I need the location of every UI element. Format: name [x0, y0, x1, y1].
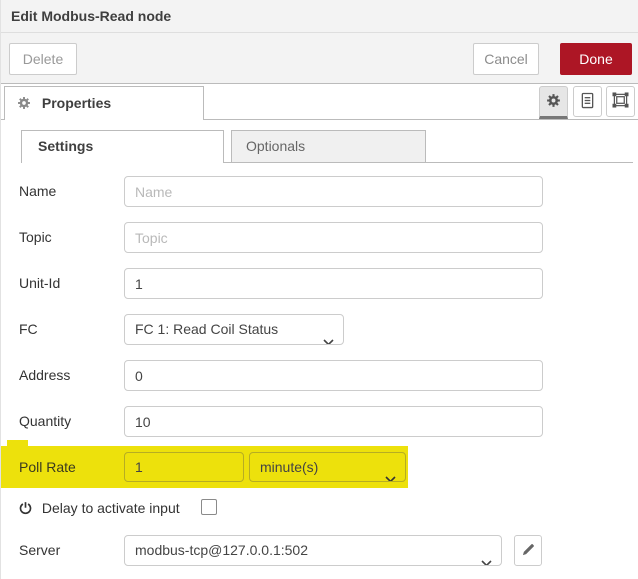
- unit-id-label: Unit-Id: [19, 275, 61, 291]
- edit-server-button[interactable]: [514, 535, 542, 566]
- server-select[interactable]: modbus-tcp@127.0.0.1:502: [124, 535, 502, 566]
- address-label: Address: [19, 367, 71, 383]
- tab-properties[interactable]: Properties: [4, 86, 204, 120]
- tab-optionals[interactable]: Optionals: [231, 130, 426, 163]
- chevron-down-icon: [481, 548, 492, 565]
- properties-icon-button[interactable]: [539, 86, 568, 119]
- tab-settings-label: Settings: [38, 138, 94, 154]
- delay-checkbox[interactable]: [201, 499, 217, 515]
- description-icon: [580, 92, 595, 112]
- power-icon: [19, 500, 32, 520]
- name-input[interactable]: [124, 176, 543, 207]
- cancel-button[interactable]: Cancel: [473, 43, 539, 75]
- gear-icon: [17, 89, 31, 121]
- gear-icon: [546, 93, 561, 111]
- tab-optionals-label: Optionals: [246, 138, 306, 154]
- poll-rate-label: Poll Rate: [19, 459, 76, 475]
- name-label: Name: [19, 183, 57, 199]
- quantity-label: Quantity: [19, 413, 72, 429]
- poll-rate-highlight-notch: [7, 440, 28, 447]
- address-input[interactable]: [124, 360, 543, 391]
- server-label: Server: [19, 542, 61, 558]
- quantity-input[interactable]: [124, 406, 543, 437]
- chevron-down-icon: [385, 464, 396, 481]
- delay-label-row: Delay to activate input: [19, 498, 180, 518]
- unit-id-input[interactable]: [124, 268, 543, 299]
- poll-rate-unit-select[interactable]: minute(s): [249, 452, 406, 482]
- fc-select-value: FC 1: Read Coil Status: [135, 321, 279, 337]
- edit-node-dialog: Edit Modbus-Read node Delete Cancel Done: [0, 0, 638, 579]
- appearance-icon: [612, 92, 629, 111]
- tab-properties-label: Properties: [41, 95, 112, 111]
- poll-rate-input[interactable]: [124, 452, 244, 482]
- server-select-value: modbus-tcp@127.0.0.1:502: [135, 542, 308, 558]
- poll-rate-unit-value: minute(s): [260, 459, 319, 475]
- fc-select[interactable]: FC 1: Read Coil Status: [124, 314, 344, 345]
- description-icon-button[interactable]: [573, 86, 602, 117]
- chevron-down-icon: [323, 327, 334, 344]
- properties-tab-bar: Properties: [1, 84, 638, 120]
- fc-label: FC: [19, 321, 38, 337]
- appearance-icon-button[interactable]: [606, 86, 635, 117]
- pencil-icon: [522, 543, 535, 559]
- topic-label: Topic: [19, 229, 52, 245]
- tab-settings[interactable]: Settings: [21, 130, 224, 163]
- dialog-toolbar: Delete Cancel Done: [1, 33, 638, 84]
- delete-button[interactable]: Delete: [9, 43, 77, 75]
- delay-label: Delay to activate input: [41, 500, 180, 516]
- done-button[interactable]: Done: [560, 43, 632, 75]
- dialog-title: Edit Modbus-Read node: [1, 0, 638, 33]
- topic-input[interactable]: [124, 222, 543, 253]
